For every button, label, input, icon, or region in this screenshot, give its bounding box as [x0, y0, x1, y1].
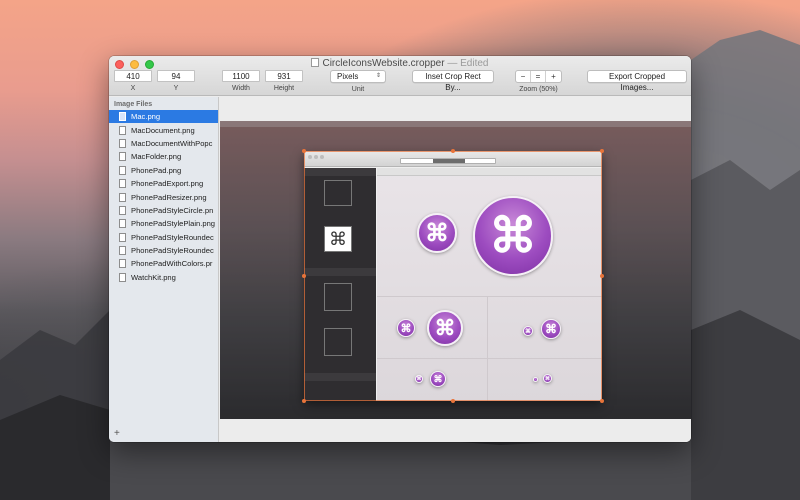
file-name: Mac.png — [131, 112, 161, 122]
crop-handle-top[interactable] — [451, 149, 455, 153]
png-file-icon — [119, 259, 126, 269]
file-list-item[interactable]: PhonePad.png — [109, 164, 218, 177]
window-title-text: CircleIconsWebsite.cropper — [322, 58, 445, 69]
file-name: WatchKit.png — [131, 272, 176, 282]
zoom-group: − = + Zoom (50%) — [515, 70, 562, 93]
file-list-item[interactable]: WatchKit.png — [109, 271, 218, 284]
crop-handle-bottom-right[interactable] — [600, 399, 604, 403]
file-list-item[interactable]: Mac.png — [109, 110, 218, 124]
unit-value: Pixels — [337, 72, 359, 81]
unit-popup[interactable]: Pixels ⇕ — [330, 70, 386, 83]
inset-group: Inset Crop Rect By... — [412, 70, 494, 92]
png-file-icon — [119, 219, 126, 229]
file-list-item[interactable]: PhonePadWithColors.pr — [109, 257, 218, 270]
file-list-item[interactable]: PhonePadStyleRoundec — [109, 244, 218, 257]
sidebar-header: Image Files — [114, 101, 153, 108]
image-preview[interactable]: ⌘ ⌘ ⌘ ⌘ ⌘ ⌘ ⌘ ⌘ ⌘ ⌘ — [220, 121, 691, 419]
toolbar: 410 X 94 Y 1100 Width 931 Height Pixels … — [109, 70, 691, 96]
file-name: PhonePadStyleCircle.pn — [131, 205, 214, 215]
x-label: X — [130, 85, 136, 92]
image-canvas[interactable]: ⌘ ⌘ ⌘ ⌘ ⌘ ⌘ ⌘ ⌘ ⌘ ⌘ — [220, 97, 691, 442]
png-file-icon — [119, 192, 126, 202]
width-label: Width — [232, 85, 250, 92]
height-field-group: 931 Height — [265, 70, 303, 92]
file-name: MacDocumentWithPopc — [131, 138, 213, 148]
png-file-icon — [119, 179, 126, 189]
popup-arrows-icon: ⇕ — [375, 73, 381, 79]
png-file-icon — [119, 272, 126, 282]
file-list: Mac.png MacDocument.png MacDocumentWithPop… — [109, 110, 218, 284]
png-file-icon — [119, 152, 126, 162]
y-label: Y — [173, 85, 179, 92]
inset-crop-button[interactable]: Inset Crop Rect By... — [412, 70, 494, 92]
height-label: Height — [273, 85, 295, 92]
file-name: PhonePad.png — [131, 165, 182, 175]
png-file-icon — [119, 232, 126, 242]
window-title: CircleIconsWebsite.cropper — Edited — [109, 58, 691, 69]
zoom-out-button[interactable]: − — [516, 71, 531, 82]
width-field-group: 1100 Width — [222, 70, 260, 92]
app-window: CircleIconsWebsite.cropper — Edited 410 … — [109, 56, 691, 442]
zoom-in-button[interactable]: + — [546, 71, 561, 82]
file-name: PhonePadExport.png — [131, 179, 204, 189]
crop-handle-left[interactable] — [302, 274, 306, 278]
file-list-item[interactable]: PhonePadStyleRoundec — [109, 231, 218, 244]
title-bar: CircleIconsWebsite.cropper — Edited 410 … — [109, 56, 691, 96]
file-list-item[interactable]: PhonePadExport.png — [109, 177, 218, 190]
png-file-icon — [119, 205, 126, 215]
y-input[interactable]: 94 — [157, 70, 195, 82]
crop-handle-top-right[interactable] — [600, 149, 604, 153]
zoom-label: Zoom (50%) — [519, 86, 558, 93]
file-name: PhonePadResizer.png — [131, 192, 207, 202]
png-file-icon — [119, 112, 126, 122]
png-file-icon — [119, 138, 126, 148]
png-file-icon — [119, 125, 126, 135]
x-field-group: 410 X — [114, 70, 152, 92]
export-cropped-button[interactable]: Export Cropped Images... — [587, 70, 687, 92]
edited-indicator: — Edited — [447, 58, 489, 69]
export-group: Export Cropped Images... — [587, 70, 687, 92]
file-name: MacDocument.png — [131, 125, 195, 135]
document-icon — [311, 58, 320, 67]
zoom-actual-button[interactable]: = — [531, 71, 546, 82]
file-list-item[interactable]: PhonePadResizer.png — [109, 190, 218, 203]
width-input[interactable]: 1100 — [222, 70, 260, 82]
y-field-group: 94 Y — [157, 70, 195, 92]
file-name: PhonePadStyleRoundec — [131, 232, 214, 242]
height-input[interactable]: 931 — [265, 70, 303, 82]
crop-handle-bottom-left[interactable] — [302, 399, 306, 403]
crop-handle-top-left[interactable] — [302, 149, 306, 153]
file-name: PhonePadStyleRoundec — [131, 246, 214, 256]
file-name: PhonePadStylePlain.png — [131, 219, 216, 229]
add-file-button[interactable]: + — [114, 428, 120, 439]
file-list-item[interactable]: PhonePadStylePlain.png — [109, 217, 218, 230]
file-sidebar: Image Files Mac.png MacDocument.png MacDoc… — [109, 97, 219, 442]
png-file-icon — [119, 165, 126, 175]
file-list-item[interactable]: MacFolder.png — [109, 150, 218, 163]
file-name: PhonePadWithColors.pr — [131, 259, 213, 269]
crop-rectangle[interactable] — [304, 151, 602, 401]
file-list-item[interactable]: MacDocumentWithPopc — [109, 137, 218, 150]
x-input[interactable]: 410 — [114, 70, 152, 82]
file-list-item[interactable]: MacDocument.png — [109, 123, 218, 136]
canvas-footer — [220, 422, 691, 442]
crop-handle-bottom[interactable] — [451, 399, 455, 403]
png-file-icon — [119, 246, 126, 256]
zoom-control: − = + — [515, 70, 562, 83]
crop-handle-right[interactable] — [600, 274, 604, 278]
file-name: MacFolder.png — [131, 152, 182, 162]
unit-label: Unit — [351, 86, 365, 93]
unit-group: Pixels ⇕ Unit — [330, 70, 386, 93]
file-list-item[interactable]: PhonePadStyleCircle.pn — [109, 204, 218, 217]
